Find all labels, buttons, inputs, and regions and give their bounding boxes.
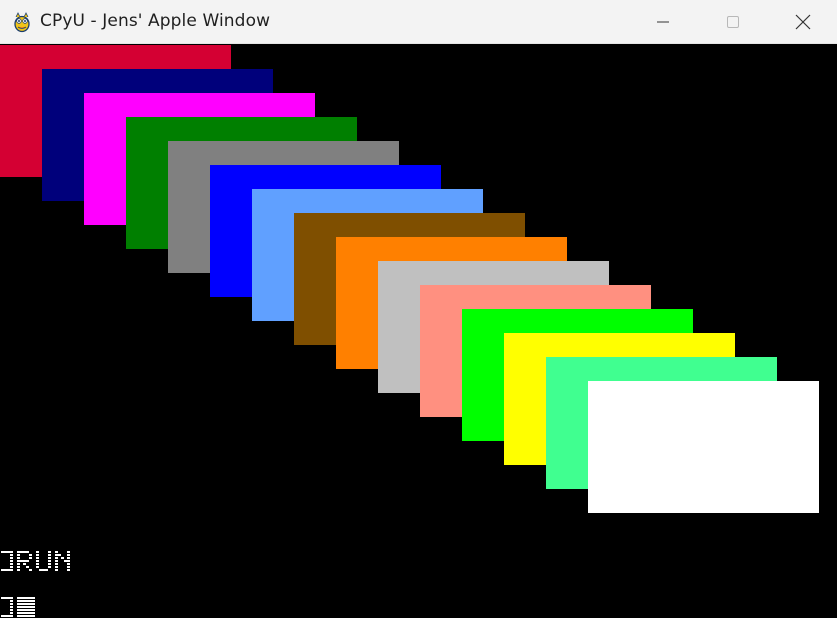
maximize-button[interactable] [710, 0, 756, 44]
minimize-icon [657, 21, 669, 23]
window-title: CPyU - Jens' Apple Window [40, 11, 271, 31]
app-window: CPyU - Jens' Apple Window [0, 0, 837, 618]
close-icon [795, 14, 811, 30]
graphics-canvas [0, 44, 837, 618]
maximize-icon [727, 16, 739, 28]
terminal-cursor-line [1, 597, 35, 617]
title-bar[interactable]: CPyU - Jens' Apple Window [0, 0, 837, 44]
terminal-command-line [1, 551, 70, 571]
minimize-button[interactable] [640, 0, 686, 44]
close-button[interactable] [780, 0, 826, 44]
pygame-snake-icon [14, 12, 30, 33]
rect-white [588, 381, 819, 513]
